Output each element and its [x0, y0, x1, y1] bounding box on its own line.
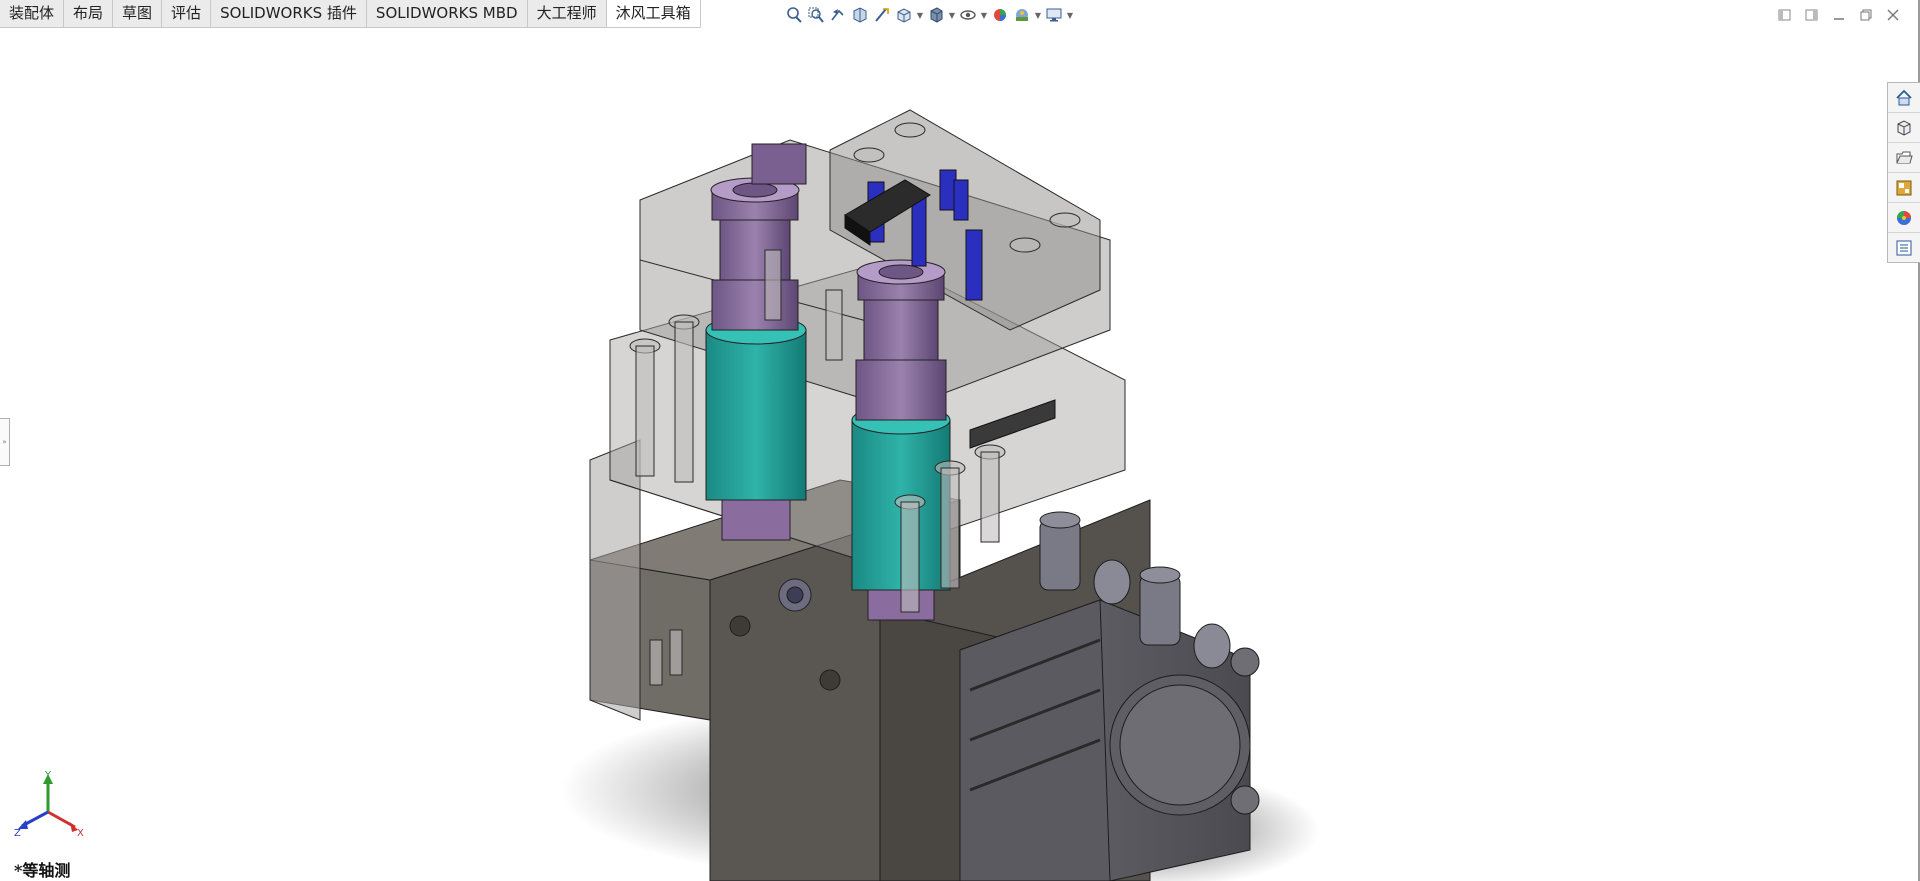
left-cylinder — [705, 143, 807, 541]
reference-triad: Y X Z — [14, 770, 84, 839]
triad-y-label: Y — [44, 770, 52, 781]
view-orientation-label: *等轴测 — [14, 861, 71, 880]
triad-z-label: Z — [14, 828, 21, 839]
triad-x-label: X — [77, 828, 84, 839]
assembly-model-view[interactable] — [0, 0, 1920, 881]
